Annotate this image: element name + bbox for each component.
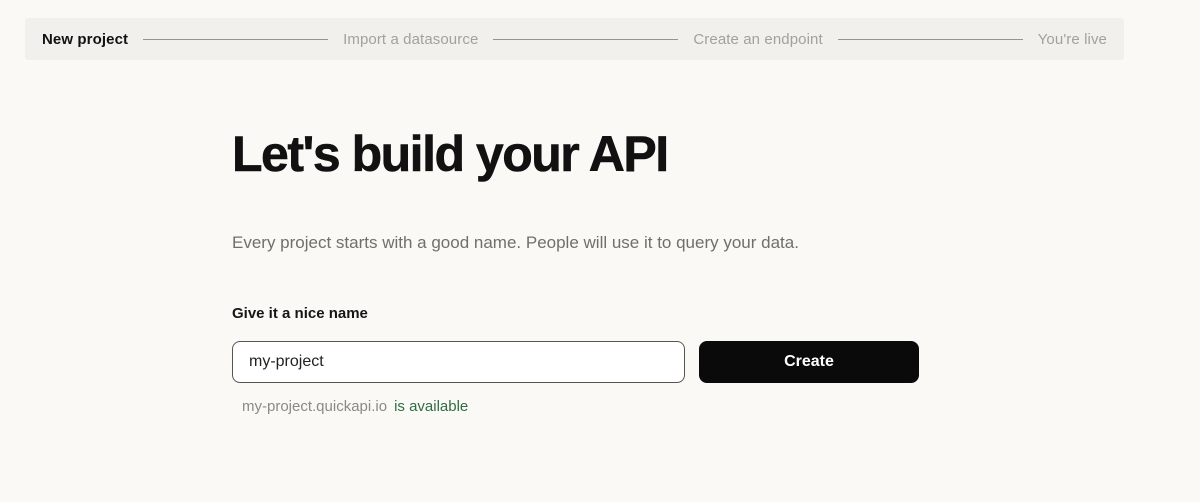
- stepper-step-create-endpoint: Create an endpoint: [693, 30, 823, 48]
- create-button[interactable]: Create: [699, 341, 919, 383]
- stepper-step-import-datasource: Import a datasource: [343, 30, 479, 48]
- main-content: Let's build your API Every project start…: [0, 60, 1200, 415]
- availability-message: my-project.quickapi.io is available: [242, 398, 1200, 415]
- stepper-connector: [143, 38, 329, 40]
- stepper-step-new-project: New project: [42, 30, 129, 48]
- stepper-step-youre-live: You're live: [1037, 30, 1107, 48]
- availability-status-text: is available: [394, 398, 469, 415]
- project-name-input[interactable]: [232, 341, 685, 383]
- wizard-stepper: New project Import a datasource Create a…: [25, 18, 1124, 60]
- stepper-connector: [493, 38, 679, 40]
- project-name-form-row: Create: [232, 341, 1200, 383]
- stepper-connector: [837, 38, 1023, 40]
- page-title: Let's build your API: [232, 126, 670, 183]
- project-name-label: Give it a nice name: [232, 305, 368, 322]
- project-domain-text: my-project.quickapi.io: [242, 398, 388, 415]
- page-subtitle: Every project starts with a good name. P…: [232, 233, 799, 252]
